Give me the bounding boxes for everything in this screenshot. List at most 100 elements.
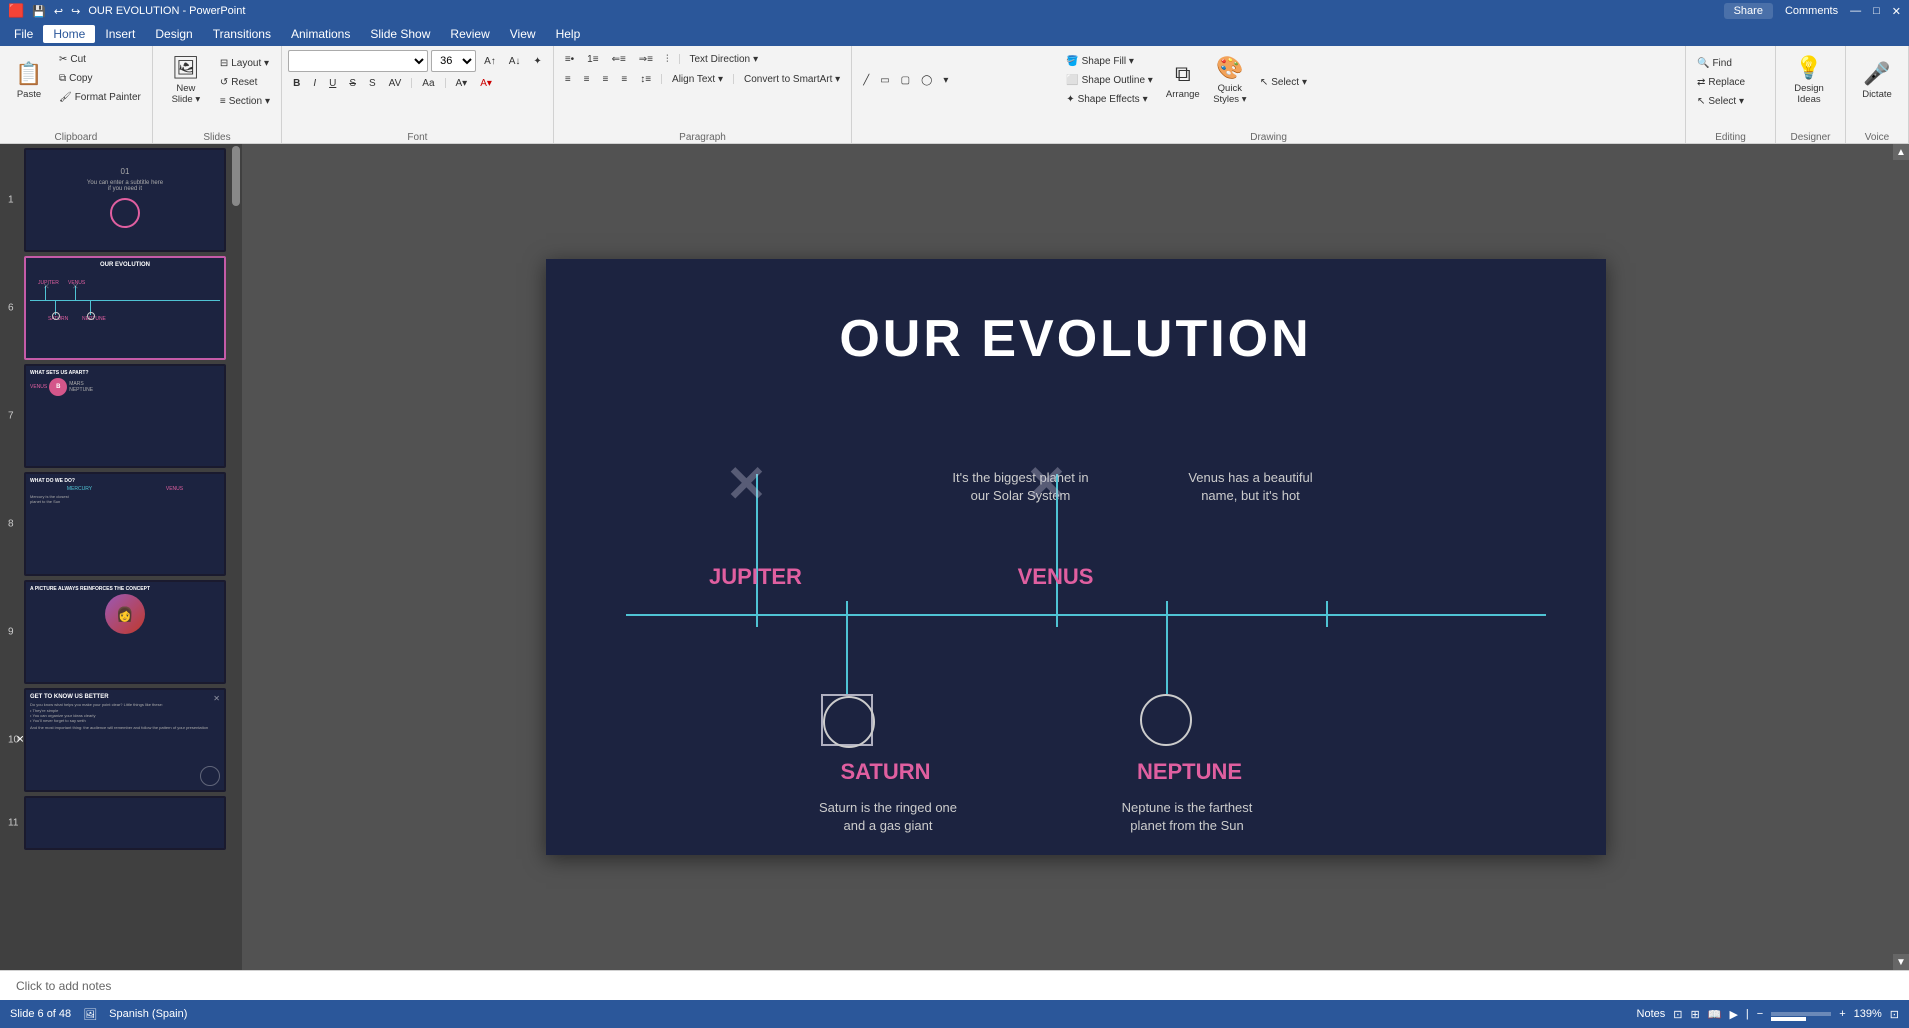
share-button[interactable]: Share: [1724, 3, 1773, 19]
decrease-font-button[interactable]: A↓: [504, 52, 526, 70]
slide-thumb-7[interactable]: WHAT SETS US APART? VENUS B MARSNEPTUNE: [24, 364, 226, 468]
shape-round-rect[interactable]: ▢: [896, 71, 915, 89]
slide-thumb-10[interactable]: ✕ GET TO KNOW US BETTER Do you know what…: [24, 688, 226, 792]
fit-slide-button[interactable]: ⊡: [1890, 1008, 1899, 1021]
arrange-button[interactable]: ⧉ Arrange: [1161, 50, 1205, 110]
zoom-level[interactable]: 139%: [1854, 1008, 1882, 1020]
shape-rect[interactable]: ▭: [875, 71, 894, 89]
zoom-out-button[interactable]: −: [1757, 1008, 1763, 1020]
font-case-button[interactable]: Aa: [417, 74, 439, 92]
font-size-select[interactable]: 36: [431, 50, 476, 72]
align-left-button[interactable]: ≡: [560, 70, 576, 88]
shadow-button[interactable]: S: [364, 74, 381, 92]
quick-styles-button[interactable]: 🎨 QuickStyles ▾: [1208, 50, 1252, 110]
slideshow-button[interactable]: ▶: [1729, 1008, 1737, 1021]
quick-access-redo[interactable]: ↪: [71, 5, 80, 18]
italic-button[interactable]: I: [308, 74, 321, 92]
menu-view[interactable]: View: [500, 25, 546, 43]
menu-slideshow[interactable]: Slide Show: [360, 25, 440, 43]
replace-button[interactable]: ⇄ Replace: [1692, 73, 1750, 91]
menu-help[interactable]: Help: [546, 25, 591, 43]
reset-button[interactable]: ↺ Reset: [215, 73, 275, 91]
underline-button[interactable]: U: [324, 74, 341, 92]
increase-indent-button[interactable]: ⇒≡: [634, 50, 658, 68]
copy-button[interactable]: ⧉ Copy: [54, 69, 146, 87]
slide-panel[interactable]: 1 01 You can enter a subtitle hereif you…: [0, 144, 230, 970]
clear-format-button[interactable]: ✦: [528, 52, 546, 70]
canvas-scroll-up[interactable]: ▲: [1893, 144, 1909, 160]
justify-button[interactable]: ≡: [616, 70, 632, 88]
select-editing-button[interactable]: ↖ Select ▾: [1692, 92, 1750, 110]
neptune-circle: [1140, 694, 1192, 746]
close-button[interactable]: ✕: [1892, 5, 1901, 18]
decrease-indent-button[interactable]: ⇐≡: [607, 50, 631, 68]
align-center-button[interactable]: ≡: [579, 70, 595, 88]
cursor-position: [1482, 559, 1486, 563]
highlight-color-button[interactable]: A▾: [451, 74, 473, 92]
section-button[interactable]: ≡ Section ▾: [215, 92, 275, 110]
zoom-in-button[interactable]: +: [1839, 1008, 1845, 1020]
zoom-slider[interactable]: [1771, 1012, 1831, 1016]
neptune-label: NEPTUNE: [1100, 759, 1280, 785]
increase-font-button[interactable]: A↑: [479, 52, 501, 70]
font-color-button[interactable]: A▾: [475, 74, 497, 92]
strikethrough-button[interactable]: S: [344, 74, 361, 92]
menu-file[interactable]: File: [4, 25, 43, 43]
quick-access-undo[interactable]: ↩: [54, 5, 63, 18]
notes-placeholder[interactable]: Click to add notes: [16, 979, 111, 993]
shape-fill-button[interactable]: 🪣 Shape Fill ▾: [1061, 52, 1158, 70]
align-right-button[interactable]: ≡: [598, 70, 614, 88]
bold-button[interactable]: B: [288, 74, 305, 92]
ribbon: 📋 Paste ✂ Cut ⧉ Copy 🖌 Format Painter: [0, 46, 1909, 144]
notes-bar[interactable]: Click to add notes: [0, 970, 1909, 1000]
slide-thumb-9[interactable]: A PICTURE ALWAYS REINFORCES THE CONCEPT …: [24, 580, 226, 684]
menu-transitions[interactable]: Transitions: [203, 25, 281, 43]
comments-button[interactable]: Comments: [1785, 5, 1838, 17]
menu-review[interactable]: Review: [440, 25, 499, 43]
find-button[interactable]: 🔍 Find: [1692, 54, 1750, 72]
reading-view-button[interactable]: 📖: [1708, 1008, 1722, 1021]
design-ideas-button[interactable]: 💡 DesignIdeas: [1782, 50, 1836, 110]
slide-panel-scrollbar[interactable]: [230, 144, 242, 970]
cut-button[interactable]: ✂ Cut: [54, 50, 146, 68]
shape-oval[interactable]: ◯: [916, 71, 937, 89]
shape-effects-button[interactable]: ✦ Shape Effects ▾: [1061, 90, 1158, 108]
maximize-button[interactable]: □: [1873, 5, 1880, 17]
menu-design[interactable]: Design: [145, 25, 202, 43]
slide-thumb-1[interactable]: 01 You can enter a subtitle hereif you n…: [24, 148, 226, 252]
new-slide-button[interactable]: 🖼 NewSlide ▾: [159, 50, 213, 110]
convert-smartart-button[interactable]: Convert to SmartArt ▾: [739, 70, 845, 88]
shape-outline-button[interactable]: ⬜ Shape Outline ▾: [1061, 71, 1158, 89]
menu-insert[interactable]: Insert: [95, 25, 145, 43]
shape-line[interactable]: ╱: [858, 71, 874, 89]
select-button[interactable]: ↖ Select ▾: [1255, 73, 1312, 91]
align-text-button[interactable]: Align Text ▾: [667, 70, 728, 88]
menu-home[interactable]: Home: [43, 25, 95, 43]
paste-button[interactable]: 📋 Paste: [6, 50, 52, 110]
slide-sorter-button[interactable]: ⊞: [1691, 1008, 1700, 1021]
slide-thumb-8[interactable]: WHAT DO WE DO? MERCURY VENUS Mercury is …: [24, 472, 226, 576]
canvas-scroll-down[interactable]: ▼: [1893, 954, 1909, 970]
char-spacing-button[interactable]: AV: [384, 74, 407, 92]
quick-access-save[interactable]: 💾: [32, 5, 46, 18]
tick-5: [1326, 601, 1328, 627]
bullets-button[interactable]: ≡•: [560, 50, 579, 68]
slide-thumb-11[interactable]: [24, 796, 226, 850]
dictate-button[interactable]: 🎤 Dictate: [1852, 50, 1902, 110]
menu-animations[interactable]: Animations: [281, 25, 360, 43]
numbering-button[interactable]: 1≡: [582, 50, 603, 68]
minimize-button[interactable]: —: [1850, 5, 1861, 17]
shape-more[interactable]: ▾: [938, 71, 953, 89]
drawing-shapes-row: ╱ ▭ ▢ ◯ ▾ 🪣 Shape Fill ▾ ⬜ Shape O: [858, 50, 1312, 110]
notes-button[interactable]: Notes: [1637, 1008, 1666, 1020]
timeline-container: ✕ JUPITER It's the biggest planet inour …: [606, 459, 1546, 825]
font-name-select[interactable]: [288, 50, 428, 72]
columns-button[interactable]: ⫶: [661, 50, 674, 68]
jupiter-item: JUPITER: [676, 564, 836, 590]
layout-button[interactable]: ⊟ Layout ▾: [215, 54, 275, 72]
text-direction-button[interactable]: Text Direction ▾: [685, 50, 764, 68]
slide-thumb-6[interactable]: OUR EVOLUTION JUPITER VENUS SATURN NEPTU…: [24, 256, 226, 360]
line-spacing-button[interactable]: ↕≡: [635, 70, 656, 88]
format-painter-button[interactable]: 🖌 Format Painter: [54, 88, 146, 106]
normal-view-button[interactable]: ⊡: [1673, 1008, 1682, 1021]
